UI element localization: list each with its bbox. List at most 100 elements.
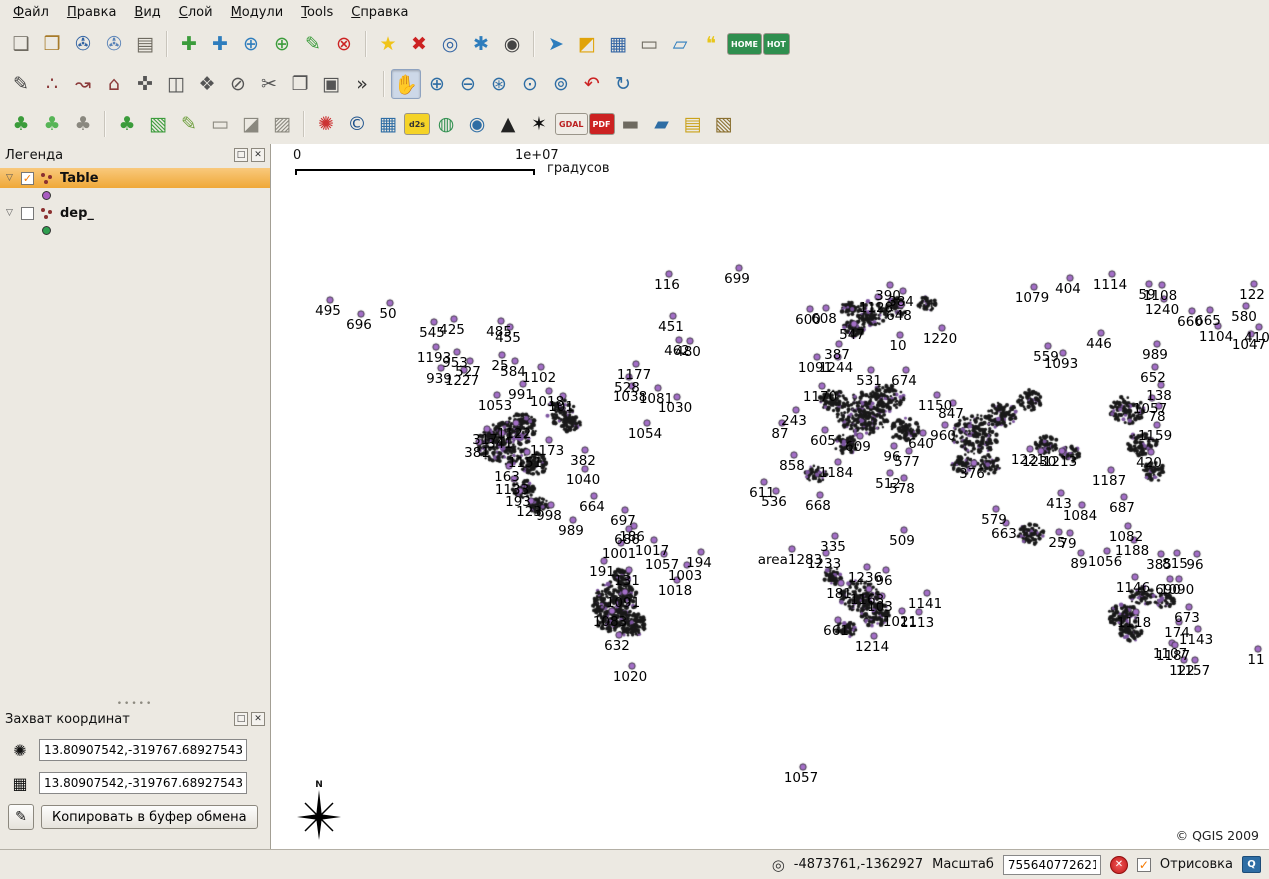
zoom-to-layer-icon[interactable]: ⊚	[546, 69, 576, 99]
coordinate-capture-float-button[interactable]	[234, 712, 248, 726]
gdal-tools-icon[interactable]: GDAL	[555, 113, 588, 135]
coordinates-display: -4873761,-1362927	[794, 857, 923, 872]
new-vector-layer-icon[interactable]: ✎	[298, 29, 328, 59]
cut-features-icon[interactable]: ✂	[254, 69, 284, 99]
zoom-full-icon[interactable]: ⊛	[484, 69, 514, 99]
layer-checkbox[interactable]: ✓	[21, 172, 34, 185]
add-vector-layer-icon[interactable]: ✚	[174, 29, 204, 59]
menu-bar: ФайлПравкаВидСлойМодулиToolsСправка	[0, 0, 1269, 24]
zoom-out-icon[interactable]: ⊖	[453, 69, 483, 99]
grass-close-region-icon[interactable]: ▨	[267, 109, 297, 139]
menu-item-2[interactable]: Вид	[125, 2, 169, 23]
legend-float-button[interactable]	[234, 148, 248, 162]
add-wms-layer-icon[interactable]: ⊕	[267, 29, 297, 59]
measure-line-icon[interactable]: ▭	[634, 29, 664, 59]
grass-close-mapset-icon[interactable]: ♣	[68, 109, 98, 139]
save-project-as-icon[interactable]: ✇	[99, 29, 129, 59]
expander-icon[interactable]: ▽	[6, 208, 16, 218]
north-arrow-icon[interactable]: ✶	[524, 109, 554, 139]
refresh-icon[interactable]: ↻	[608, 69, 638, 99]
attribute-table-icon[interactable]: ▦	[603, 29, 633, 59]
new-project-icon[interactable]: ❑	[6, 29, 36, 59]
paste-features-icon[interactable]: ▣	[316, 69, 346, 99]
save-project-icon[interactable]: ✇	[68, 29, 98, 59]
wfs-plugin-icon[interactable]: ◉	[462, 109, 492, 139]
map-coordinate-input[interactable]	[39, 772, 247, 794]
select-features-icon[interactable]: ◩	[572, 29, 602, 59]
grass-display-icon[interactable]: ◪	[236, 109, 266, 139]
dxf2shp-icon[interactable]: d2s	[404, 113, 430, 135]
evis-icon[interactable]: ▧	[709, 109, 739, 139]
grass-region-icon[interactable]: ▧	[143, 109, 173, 139]
copy-features-icon[interactable]: ❐	[285, 69, 315, 99]
delete-selected-icon[interactable]: ⊘	[223, 69, 253, 99]
mapserver-export-icon[interactable]: ▰	[647, 109, 677, 139]
identify-icon[interactable]: ➤	[541, 29, 571, 59]
map-point-label: 174	[1164, 625, 1190, 641]
grass-edit-icon[interactable]: ✎	[174, 109, 204, 139]
menu-item-5[interactable]: Tools	[292, 2, 342, 23]
menu-item-3[interactable]: Слой	[170, 2, 222, 23]
grass-new-mapset-icon[interactable]: ♣	[37, 109, 67, 139]
track-mouse-button[interactable]: ✎	[8, 804, 34, 830]
coordinate-capture-icon[interactable]: ✺	[311, 109, 341, 139]
legend-layer-dep-[interactable]: ▽dep_	[0, 203, 270, 223]
node-tool-icon[interactable]: ❖	[192, 69, 222, 99]
copy-to-clipboard-button[interactable]: Копировать в буфер обмена	[41, 805, 258, 829]
add-postgis-layer-icon[interactable]: ⊕	[236, 29, 266, 59]
layer-checkbox[interactable]	[21, 207, 34, 220]
graticule-builder-icon[interactable]: ▦	[373, 109, 403, 139]
menu-item-4[interactable]: Модули	[222, 2, 293, 23]
pan-map-icon[interactable]: ✋	[391, 69, 421, 99]
qgis-icon[interactable]	[1242, 856, 1261, 873]
export-pdf-icon[interactable]: PDF	[589, 113, 615, 135]
toggle-visibility-icon[interactable]: ◉	[497, 29, 527, 59]
render-checkbox[interactable]	[1137, 858, 1151, 872]
toolbar-separator	[533, 31, 535, 57]
copyright-label-icon[interactable]: ©	[342, 109, 372, 139]
open-project-icon[interactable]: ❒	[37, 29, 67, 59]
legend-layer-table[interactable]: ▽✓Table	[0, 168, 270, 188]
grass-region-edit-icon[interactable]: ▭	[205, 109, 235, 139]
grass-tools-icon[interactable]: ♣	[112, 109, 142, 139]
map-point-label: 609	[845, 439, 871, 455]
panel-splitter[interactable]	[0, 700, 270, 708]
capture-point-icon[interactable]: ∴	[37, 69, 67, 99]
zoom-to-selection-icon[interactable]: ⊙	[515, 69, 545, 99]
show-bookmarks-icon[interactable]: ◎	[435, 29, 465, 59]
quick-print-icon[interactable]: ▤	[678, 109, 708, 139]
mouse-position-icon[interactable]: ◎	[772, 856, 785, 874]
hot-bookmark-icon[interactable]: HOT	[763, 33, 790, 55]
menu-item-6[interactable]: Справка	[342, 2, 417, 23]
new-bookmark-icon[interactable]: ★	[373, 29, 403, 59]
toolbar-overflow-button[interactable]: »	[347, 69, 377, 99]
zoom-last-icon[interactable]: ↶	[577, 69, 607, 99]
toggle-editing-icon[interactable]: ✎	[6, 69, 36, 99]
map-canvas[interactable]: 4956965011669945146248054542548545511939…	[271, 144, 1269, 849]
legend-close-button[interactable]	[251, 148, 265, 162]
options-icon[interactable]: ✱	[466, 29, 496, 59]
capture-polygon-icon[interactable]: ⌂	[99, 69, 129, 99]
add-raster-layer-icon[interactable]: ✚	[205, 29, 235, 59]
zoom-in-icon[interactable]: ⊕	[422, 69, 452, 99]
map-tips-icon[interactable]: ❝	[696, 29, 726, 59]
remove-layer-icon[interactable]: ⊗	[329, 29, 359, 59]
scale-input[interactable]	[1003, 855, 1101, 875]
capture-line-icon[interactable]: ↝	[68, 69, 98, 99]
menu-item-1[interactable]: Правка	[58, 2, 125, 23]
split-features-icon[interactable]: ◫	[161, 69, 191, 99]
crs-coordinate-input[interactable]	[39, 739, 247, 761]
geoprocessing-icon[interactable]: ◍	[431, 109, 461, 139]
coordinate-capture-close-button[interactable]	[251, 712, 265, 726]
expander-icon[interactable]: ▽	[6, 173, 16, 183]
scale-bar-icon[interactable]: ▬	[616, 109, 646, 139]
measure-area-icon[interactable]: ▱	[665, 29, 695, 59]
stop-render-button[interactable]	[1110, 856, 1128, 874]
profile-icon[interactable]: ▲	[493, 109, 523, 139]
menu-item-0[interactable]: Файл	[4, 2, 58, 23]
move-feature-icon[interactable]: ✜	[130, 69, 160, 99]
grass-open-mapset-icon[interactable]: ♣	[6, 109, 36, 139]
home-bookmark-icon[interactable]: HOME	[727, 33, 762, 55]
delete-selection-icon[interactable]: ✖	[404, 29, 434, 59]
print-composer-icon[interactable]: ▤	[130, 29, 160, 59]
